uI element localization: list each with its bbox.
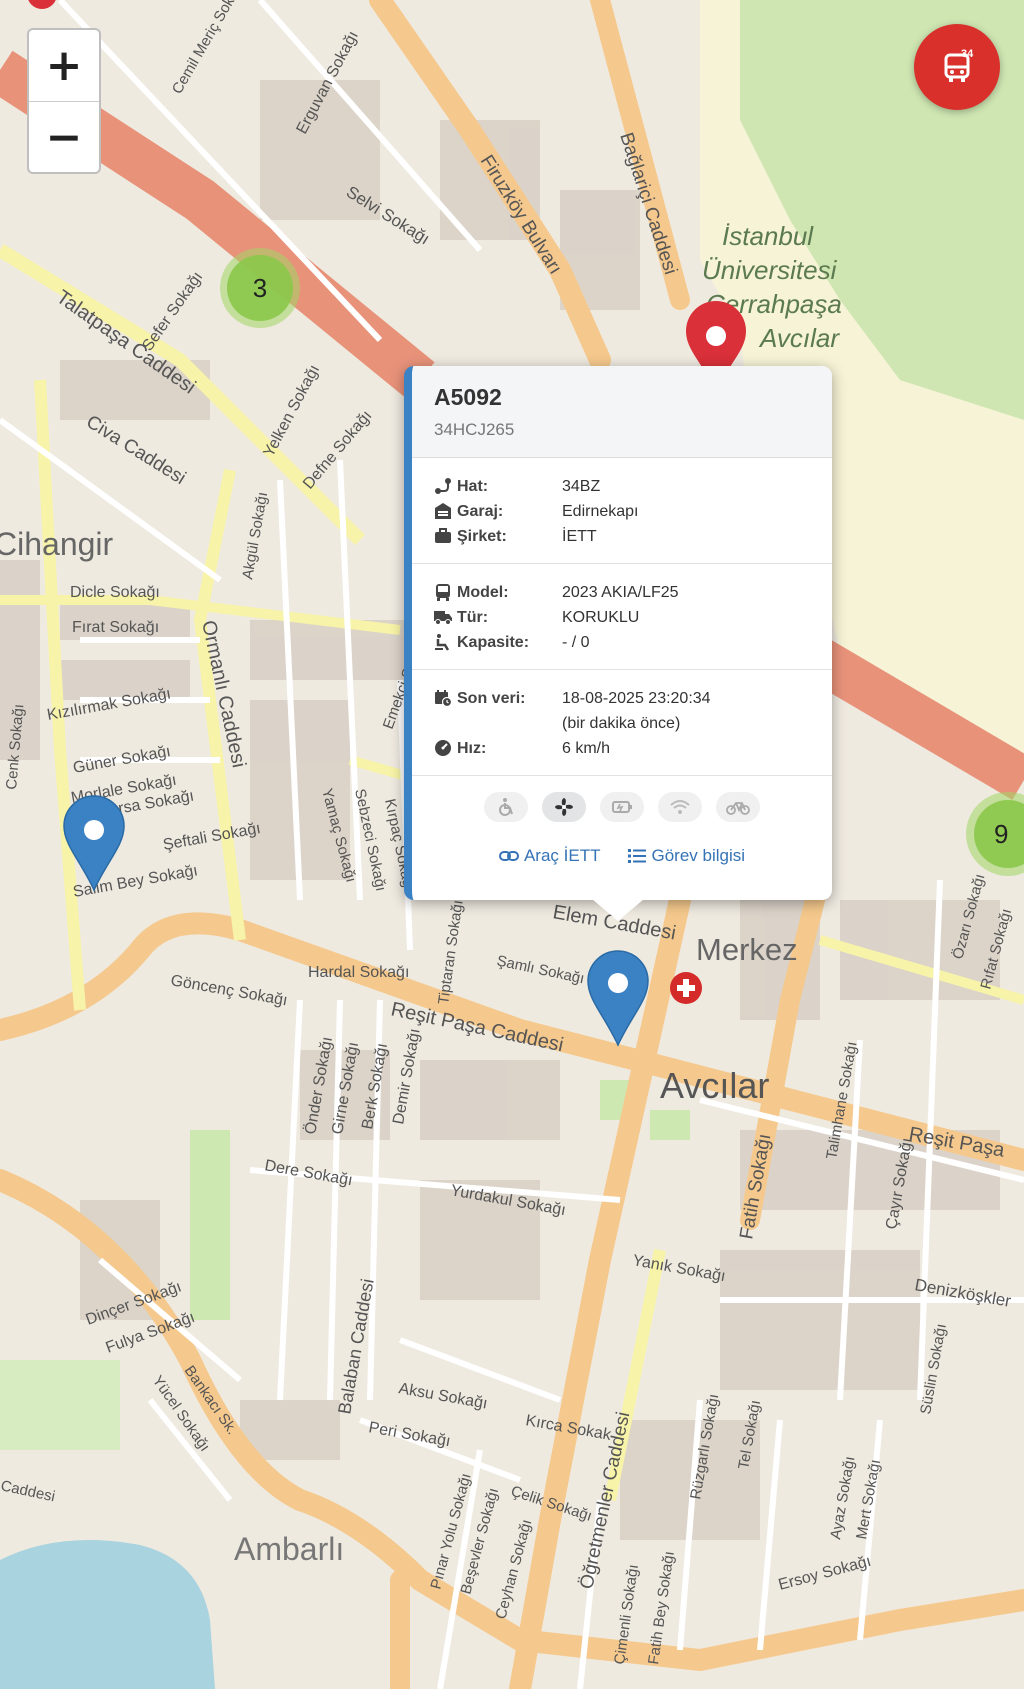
sonveri-relative: (bir dakika önce) xyxy=(562,715,681,732)
poi-label-universitesi: Üniversitesi xyxy=(702,255,838,285)
list-icon xyxy=(628,849,647,863)
usb-charge-icon xyxy=(612,801,632,813)
popup-tip xyxy=(592,899,644,921)
garage-icon xyxy=(435,503,451,519)
route-icon xyxy=(435,478,451,494)
model-value: 2023 AKIA/LF25 xyxy=(562,584,679,601)
sirket-label: Şirket: xyxy=(457,528,507,545)
link-icon xyxy=(498,851,519,861)
speedometer-icon xyxy=(435,740,451,756)
calendar-clock-icon xyxy=(435,690,452,707)
place-label-merkez: Merkez xyxy=(696,932,798,967)
hat-label: Hat: xyxy=(457,478,489,495)
hiz-value: 6 km/h xyxy=(562,740,611,757)
sonveri-label: Son veri: xyxy=(457,690,526,707)
marker-cluster[interactable]: 3 xyxy=(220,248,300,328)
truck-icon xyxy=(434,611,452,625)
arac-iett-link-label: Araç İETT xyxy=(523,846,601,865)
bus-icon xyxy=(436,584,450,601)
route-section: Hat: 34BZ Garaj: Edirnekapı Şirket: İETT xyxy=(412,458,832,564)
cluster-count: 3 xyxy=(252,272,268,303)
garaj-value: Edirnekapı xyxy=(562,503,639,520)
sirket-value: İETT xyxy=(562,528,597,545)
kapasite-value: - / 0 xyxy=(562,634,590,651)
street-label: Dicle Sokağı xyxy=(70,584,160,601)
fan-feature xyxy=(542,792,586,822)
wheelchair-feature xyxy=(484,792,528,822)
vehicle-code: A5092 xyxy=(434,384,502,410)
garaj-label: Garaj: xyxy=(457,503,504,520)
cluster-count: 9 xyxy=(994,818,1009,849)
tur-value: KORUKLU xyxy=(562,609,640,626)
gorev-bilgisi-link[interactable]: Görev bilgisi xyxy=(628,846,745,866)
street-label: Hardal Sokağı xyxy=(308,964,409,981)
bicycle-icon xyxy=(726,802,750,815)
zoom-out-button[interactable]: − xyxy=(29,101,99,172)
place-label-ambarli: Ambarlı xyxy=(234,1531,344,1567)
usb-charge-feature xyxy=(600,792,644,822)
model-label: Model: xyxy=(457,584,509,601)
poi-label-avcilar: Avcılar xyxy=(758,323,840,353)
hospital-icon xyxy=(670,972,702,1004)
fan-icon xyxy=(555,798,573,816)
kapasite-label: Kapasite: xyxy=(457,634,530,651)
poi-label-istanbul: İstanbul xyxy=(722,221,814,251)
zoom-control: + − xyxy=(27,28,101,174)
popup-header: A5092 34HCJ265 xyxy=(412,366,832,458)
tur-label: Tür: xyxy=(457,609,489,626)
feature-icons xyxy=(412,776,832,832)
wheelchair-icon xyxy=(499,798,513,816)
status-section: Son veri: 18-08-2025 23:20:34 (bir dakik… xyxy=(412,670,832,776)
wifi-feature xyxy=(658,792,702,822)
vehicle-section: Model: 2023 AKIA/LF25 Tür: KORUKLU Kapas… xyxy=(412,564,832,670)
popup-links: Araç İETT Görev bilgisi xyxy=(412,832,832,866)
sonveri-value: 18-08-2025 23:20:34 xyxy=(562,690,711,707)
vehicle-popup: A5092 34HCJ265 Hat: 34BZ Garaj: Edirneka… xyxy=(404,366,832,900)
hiz-label: Hız: xyxy=(457,740,487,757)
bus-filter-button[interactable]: 34 xyxy=(914,24,1000,110)
wifi-icon xyxy=(670,800,690,814)
arac-iett-link[interactable]: Araç İETT xyxy=(498,846,601,866)
hat-value: 34BZ xyxy=(562,478,601,495)
seat-icon xyxy=(435,634,450,651)
place-label-cihangir: Cihangir xyxy=(0,526,114,562)
vehicle-plate: 34HCJ265 xyxy=(434,420,515,439)
place-label-avcilar: Avcılar xyxy=(660,1065,769,1106)
street-label: Fırat Sokağı xyxy=(72,619,159,636)
bicycle-feature xyxy=(716,792,760,822)
gorev-bilgisi-link-label: Görev bilgisi xyxy=(651,846,746,865)
briefcase-icon xyxy=(435,528,451,543)
zoom-in-button[interactable]: + xyxy=(29,30,99,101)
bus-count-badge: 34 xyxy=(961,48,974,60)
